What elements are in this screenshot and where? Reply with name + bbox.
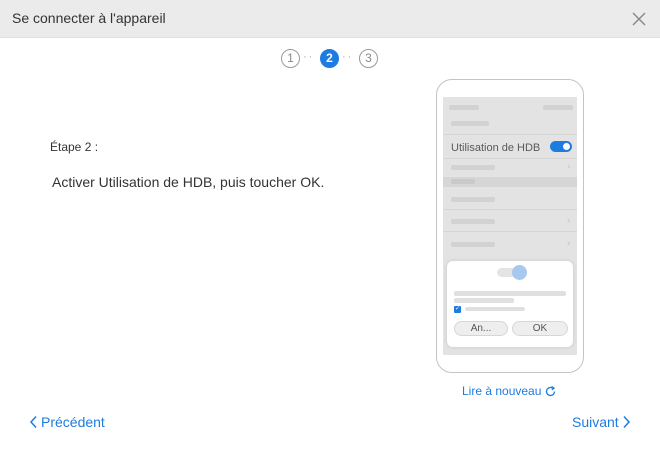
- dialog-switch-knob: [512, 265, 527, 280]
- placeholder-bar: [449, 105, 479, 110]
- step-dots: ··: [342, 51, 354, 63]
- replay-label: Lire à nouveau: [462, 384, 542, 398]
- divider: [443, 231, 577, 232]
- dialog-cancel-button: An...: [454, 321, 508, 336]
- chevron-right-icon: ›: [567, 215, 571, 226]
- close-button[interactable]: [628, 8, 650, 30]
- step-indicator: 1 ·· 2 ·· 3: [0, 49, 660, 69]
- phone-screen: Utilisation de HDB › › › ✓ An... OK: [443, 97, 577, 355]
- title-bar: Se connecter à l'appareil: [0, 0, 660, 38]
- chevron-right-icon: ›: [567, 161, 571, 172]
- previous-button[interactable]: Précédent: [29, 414, 105, 430]
- hdb-toggle: [550, 141, 572, 152]
- next-button[interactable]: Suivant: [572, 414, 631, 430]
- chevron-right-icon: ›: [567, 238, 571, 249]
- chevron-left-icon: [29, 415, 37, 429]
- divider: [443, 158, 577, 159]
- placeholder-bar: [451, 242, 495, 247]
- placeholder-bar: [451, 197, 495, 202]
- placeholder-bar: [451, 219, 495, 224]
- step-1: 1: [281, 49, 300, 68]
- step-dots: ··: [303, 51, 315, 63]
- step-2-active: 2: [320, 49, 339, 68]
- placeholder-bar: [465, 307, 525, 311]
- step-label: Étape 2 :: [50, 140, 99, 154]
- placeholder-bar: [454, 291, 566, 296]
- window-title: Se connecter à l'appareil: [12, 10, 166, 26]
- replay-button[interactable]: Lire à nouveau: [462, 384, 557, 398]
- previous-label: Précédent: [41, 414, 105, 430]
- phone-illustration: Utilisation de HDB › › › ✓ An... OK: [436, 79, 584, 373]
- dialog-ok-button: OK: [512, 321, 568, 336]
- step-3: 3: [359, 49, 378, 68]
- placeholder-bar: [454, 298, 514, 303]
- divider: [443, 134, 577, 135]
- placeholder-bar: [543, 105, 573, 110]
- chevron-right-icon: [623, 415, 630, 429]
- next-label: Suivant: [572, 414, 619, 430]
- instruction-text: Activer Utilisation de HDB, puis toucher…: [52, 174, 325, 190]
- placeholder-bar: [451, 165, 495, 170]
- close-icon: [632, 12, 646, 26]
- placeholder-bar: [451, 121, 489, 126]
- hdb-setting-label: Utilisation de HDB: [451, 142, 541, 154]
- confirm-dialog: ✓ An... OK: [447, 261, 573, 347]
- toggle-knob: [563, 143, 570, 150]
- checkbox-checked: ✓: [454, 306, 461, 313]
- placeholder-bar: [451, 179, 475, 184]
- divider: [443, 209, 577, 210]
- refresh-icon: [546, 385, 556, 396]
